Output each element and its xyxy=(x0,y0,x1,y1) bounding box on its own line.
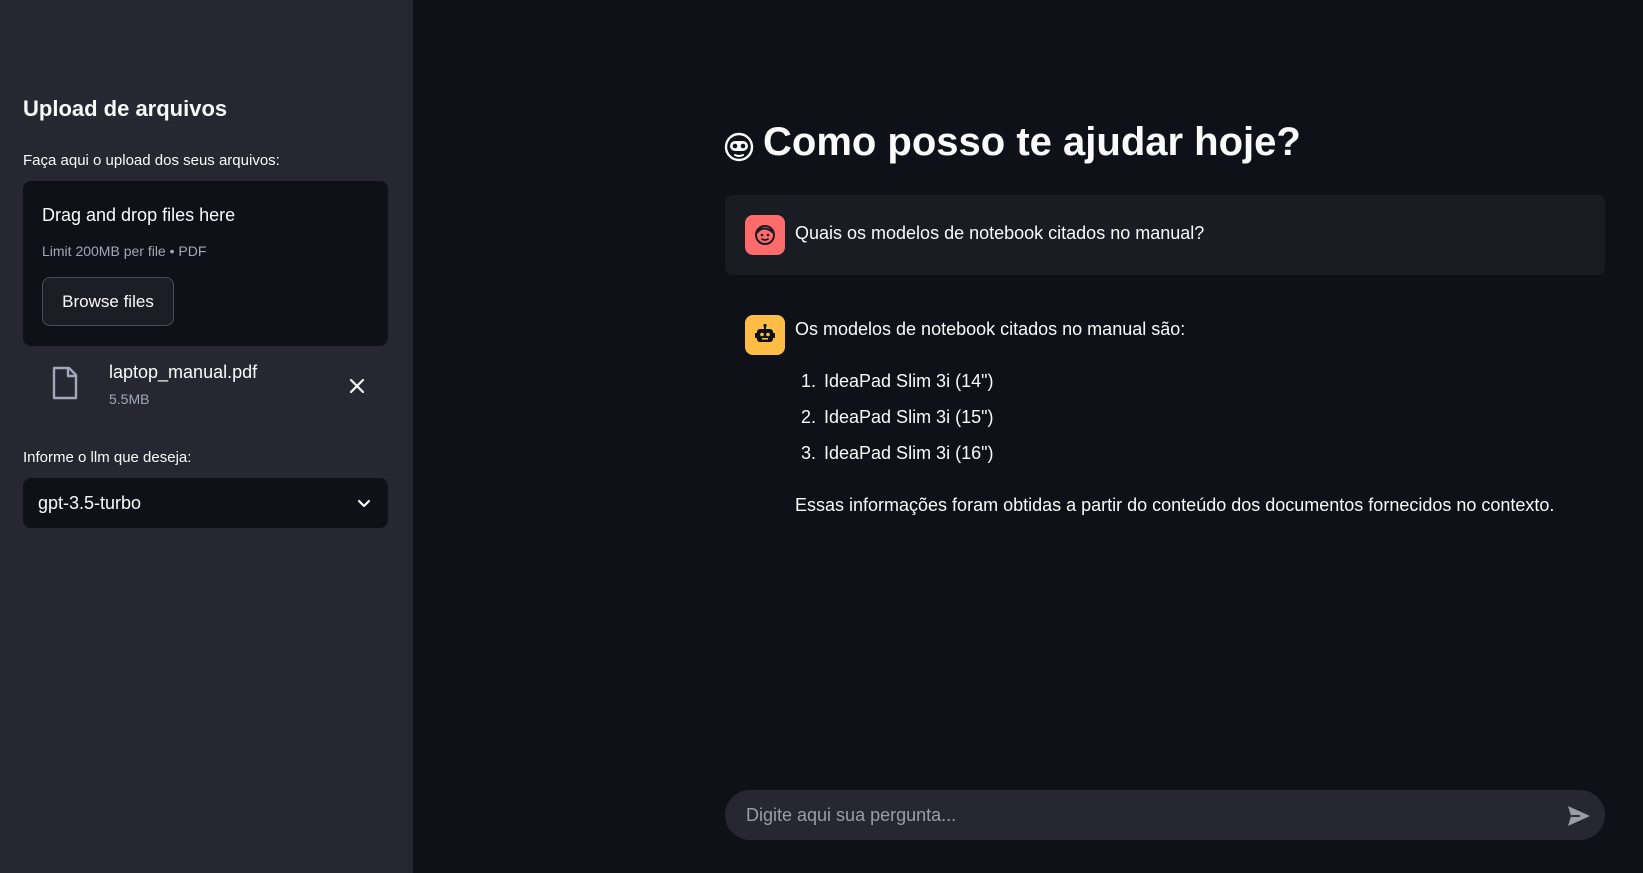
list-item: 3. IdeaPad Slim 3i (16") xyxy=(800,443,994,463)
file-name: laptop_manual.pdf xyxy=(109,362,258,382)
chat-input-container xyxy=(725,790,1605,840)
chevron-down-icon xyxy=(356,495,372,516)
dropzone-limit: Limit 200MB per file • PDF xyxy=(42,243,207,259)
close-icon[interactable] xyxy=(343,372,371,400)
file-dropzone[interactable]: Drag and drop files here Limit 200MB per… xyxy=(23,181,388,346)
uploaded-file: laptop_manual.pdf 5.5MB xyxy=(23,356,388,416)
llm-label: Informe o llm que deseja: xyxy=(23,449,192,466)
user-message-text: Quais os modelos de notebook citados no … xyxy=(795,223,1205,243)
assistant-outro-text: Essas informações foram obtidas a partir… xyxy=(795,495,1555,515)
chat-input[interactable] xyxy=(725,790,1545,840)
chat-message-assistant: Os modelos de notebook citados no manual… xyxy=(725,295,1605,535)
robot-icon xyxy=(745,315,785,355)
page-title-text: Como posso te ajudar hoje? xyxy=(763,120,1301,164)
list-item: 2. IdeaPad Slim 3i (15") xyxy=(800,407,994,427)
file-icon xyxy=(51,366,79,400)
page-title: Como posso te ajudar hoje? xyxy=(723,120,1301,165)
upload-label: Faça aqui o upload dos seus arquivos: xyxy=(23,152,280,169)
sidebar-title: Upload de arquivos xyxy=(23,96,228,121)
robot-face-icon xyxy=(723,127,755,161)
llm-selected-value: gpt-3.5-turbo xyxy=(38,492,142,513)
assistant-model-list: 1. IdeaPad Slim 3i (14") 2. IdeaPad Slim 3… xyxy=(795,371,994,479)
user-face-icon xyxy=(745,215,785,255)
assistant-intro-text: Os modelos de notebook citados no manual… xyxy=(795,319,1186,339)
dropzone-title: Drag and drop files here xyxy=(42,205,236,225)
browse-files-button[interactable]: Browse files xyxy=(42,277,174,326)
send-icon[interactable] xyxy=(1565,802,1593,830)
llm-select[interactable]: gpt-3.5-turbo xyxy=(23,478,388,528)
file-size: 5.5MB xyxy=(109,391,150,407)
list-item: 1. IdeaPad Slim 3i (14") xyxy=(800,371,994,391)
sidebar: Upload de arquivos Faça aqui o upload do… xyxy=(0,0,413,873)
chat-message-user: Quais os modelos de notebook citados no … xyxy=(725,195,1605,275)
